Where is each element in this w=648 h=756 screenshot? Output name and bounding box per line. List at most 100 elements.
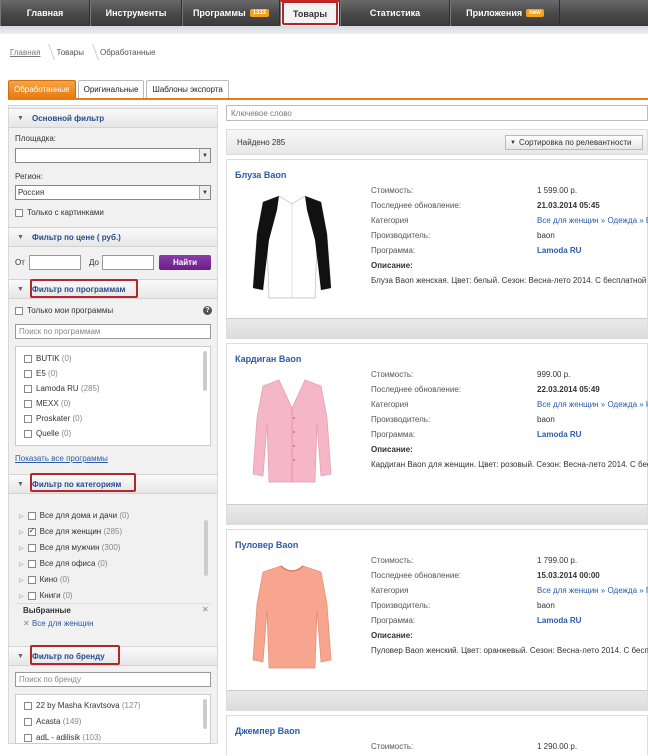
tab-processed[interactable]: Обработанные	[8, 80, 76, 98]
list-item[interactable]: Lamoda RU (285)	[24, 384, 100, 393]
category-checkbox[interactable]	[27, 559, 36, 568]
program-checkbox[interactable]	[24, 354, 32, 363]
brand-filter-header[interactable]: ▼ Фильтр по бренду	[9, 646, 217, 666]
remove-icon[interactable]: ✕	[23, 619, 32, 628]
product-description: Пуловер Baon женский. Цвет: оранжевый. С…	[371, 646, 648, 655]
keyword-search-input[interactable]: Ключевое слово	[226, 105, 648, 121]
list-item[interactable]: Quelle (0)	[24, 429, 71, 438]
program-checkbox[interactable]	[24, 369, 32, 378]
card-footer	[227, 318, 647, 338]
category-checkbox[interactable]	[27, 511, 36, 520]
price-from-input[interactable]	[29, 255, 81, 270]
category-checkbox[interactable]	[27, 591, 36, 600]
only-my-programs-checkbox[interactable]	[15, 306, 23, 315]
expand-icon[interactable]: ▷	[19, 530, 24, 536]
list-item[interactable]: ▷ Все для дома и дачи (0)	[19, 511, 129, 520]
nav-home[interactable]: Главная	[0, 0, 90, 26]
category-checkbox[interactable]	[27, 543, 36, 552]
region-select[interactable]: Россия ▼	[15, 185, 211, 200]
product-title[interactable]: Джемпер Baon	[235, 726, 300, 736]
product-image[interactable]	[247, 560, 337, 672]
list-item[interactable]: ▷Все для женщин (285)	[19, 526, 122, 536]
program-checkbox[interactable]	[24, 414, 32, 423]
price-to-input[interactable]	[102, 255, 154, 270]
program-checkbox[interactable]	[24, 399, 32, 408]
programs-count-badge: 1333	[249, 9, 270, 17]
programs-search-input[interactable]: Поиск по программам	[15, 324, 211, 339]
expand-icon[interactable]: ▷	[19, 578, 24, 584]
list-item[interactable]: MEXX (0)	[24, 399, 71, 408]
selected-category-item[interactable]: ✕ Все для женщин	[23, 619, 94, 628]
platform-select[interactable]: ▼	[15, 148, 211, 163]
nav-programs[interactable]: Программы 1333	[182, 0, 280, 26]
nav-statistics[interactable]: Статистика	[340, 0, 450, 26]
collapse-arrow-icon: ▼	[17, 480, 24, 488]
program-link[interactable]: Lamoda RU	[537, 246, 581, 255]
breadcrumb-home[interactable]: Главная	[10, 43, 56, 60]
tab-original[interactable]: Оригинальные	[77, 80, 145, 98]
collapse-arrow-icon: ▼	[17, 114, 24, 122]
category-link[interactable]: Все для женщин » Одежда » П	[537, 586, 648, 595]
brand-list: 22 by Masha Kravtsova (127) Acasta (149)…	[15, 694, 211, 744]
clear-selected-icon[interactable]: ✕	[202, 605, 209, 614]
categories-list-scrollbar[interactable]	[204, 520, 208, 576]
find-button[interactable]: Найти	[159, 255, 211, 270]
list-item[interactable]: ▷ Кино (0)	[19, 575, 70, 584]
category-checkbox[interactable]	[27, 575, 36, 584]
list-item[interactable]: ▷ Все для офиса (0)	[19, 559, 108, 568]
list-item[interactable]: Proskater (0)	[24, 414, 82, 423]
nav-apps[interactable]: Приложения new	[450, 0, 560, 26]
show-all-programs-link[interactable]: Показать все программы	[15, 454, 108, 463]
brand-checkbox[interactable]	[24, 701, 32, 710]
only-my-programs-option[interactable]: Только мои программы	[15, 306, 113, 315]
category-link[interactable]: Все для женщин » Одежда » Б	[537, 216, 648, 225]
list-item[interactable]: adL - adilisik (103)	[24, 733, 101, 742]
category-link[interactable]: Все для женщин » Одежда » К	[537, 400, 648, 409]
tab-underline	[8, 98, 648, 100]
results-panel: Ключевое слово Найдено 285 ▼ Сортировка п…	[226, 105, 648, 755]
categories-filter-header[interactable]: ▼ Фильтр по категориям	[9, 474, 217, 494]
brand-checkbox[interactable]	[24, 717, 32, 726]
found-count: Найдено 285	[237, 137, 286, 147]
results-toolbar: Найдено 285 ▼ Сортировка по релевантности	[226, 129, 648, 155]
breadcrumb-products[interactable]: Товары	[56, 43, 100, 60]
brand-list-scrollbar[interactable]	[203, 699, 207, 729]
program-link[interactable]: Lamoda RU	[537, 616, 581, 625]
program-link[interactable]: Lamoda RU	[537, 430, 581, 439]
product-image[interactable]	[247, 374, 337, 486]
list-item[interactable]: ▷ Все для мужчин (300)	[19, 543, 120, 552]
product-title[interactable]: Кардиган Baon	[235, 354, 301, 364]
product-title[interactable]: Пуловер Baon	[235, 540, 298, 550]
programs-list-scrollbar[interactable]	[203, 351, 207, 391]
list-item[interactable]: Acasta (149)	[24, 717, 81, 726]
help-icon[interactable]: ?	[203, 306, 212, 315]
list-item[interactable]: 22 by Masha Kravtsova (127)	[24, 701, 141, 710]
brand-search-input[interactable]: Поиск по бренду	[15, 672, 211, 687]
divider	[15, 603, 211, 604]
tab-export-templates[interactable]: Шаблоны экспорта	[146, 80, 229, 98]
nav-tools[interactable]: Инструменты	[90, 0, 182, 26]
product-title[interactable]: Блуза Baon	[235, 170, 286, 180]
list-item[interactable]: ▷ Книги (0)	[19, 591, 73, 600]
program-checkbox[interactable]	[24, 429, 32, 438]
price-filter-header[interactable]: ▼ Фильтр по цене ( руб.)	[9, 227, 217, 247]
expand-icon[interactable]: ▷	[19, 514, 24, 520]
programs-filter-header[interactable]: ▼ Фильтр по программам	[9, 279, 217, 299]
category-checkbox-checked[interactable]	[27, 526, 36, 536]
program-checkbox[interactable]	[24, 384, 32, 393]
price-from-label: От	[15, 258, 25, 267]
product-image[interactable]	[247, 190, 337, 302]
sort-dropdown[interactable]: ▼ Сортировка по релевантности	[505, 135, 643, 150]
main-filter-header[interactable]: ▼ Основной фильтр	[9, 108, 217, 128]
product-description: Кардиган Baon для женщин. Цвет: розовый.…	[371, 460, 648, 469]
list-item[interactable]: E5 (0)	[24, 369, 58, 378]
expand-icon[interactable]: ▷	[19, 546, 24, 552]
nav-products[interactable]: Товары	[280, 0, 340, 26]
expand-icon[interactable]: ▷	[19, 594, 24, 600]
card-footer	[227, 690, 647, 710]
brand-checkbox[interactable]	[24, 733, 32, 742]
pictures-only-checkbox[interactable]	[15, 208, 23, 217]
pictures-only-option[interactable]: Только с картинками	[15, 208, 104, 217]
list-item[interactable]: BUTIK (0)	[24, 354, 72, 363]
expand-icon[interactable]: ▷	[19, 562, 24, 568]
